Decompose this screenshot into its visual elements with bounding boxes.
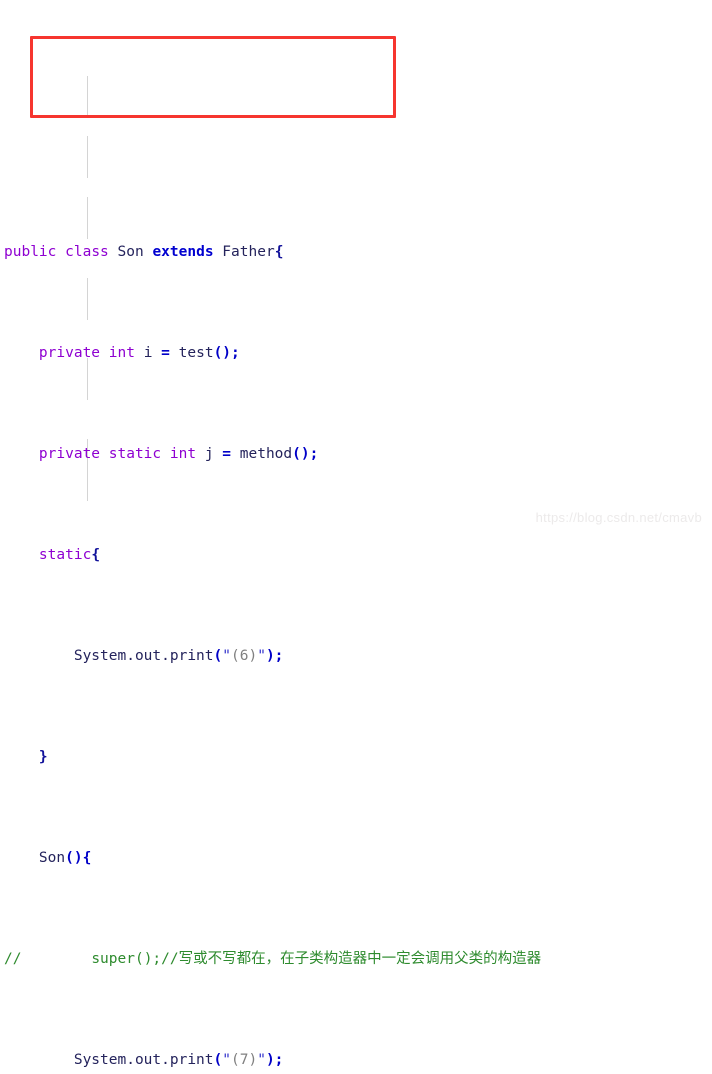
type-int: int (108, 345, 135, 362)
kw-class: class (65, 244, 109, 261)
call-parens: (); (292, 446, 319, 463)
indent-guide (87, 358, 88, 400)
var-j: j (204, 446, 214, 463)
kw-extends: extends (152, 244, 214, 261)
ctor-parens: (){ (65, 850, 92, 867)
code-line[interactable]: static{ (0, 545, 712, 565)
var-i: i (143, 345, 153, 362)
call-method: method (239, 446, 293, 463)
close-quote: " (257, 1052, 266, 1069)
close-quote: " (257, 648, 266, 665)
kw-static: static (108, 446, 162, 463)
watermark-text: https://blog.csdn.net/cmavb (535, 510, 702, 525)
kw-private: private (38, 345, 101, 362)
code-editor[interactable]: public class Son extends Father{ private… (0, 0, 712, 1068)
superclass-name: Father (222, 244, 275, 261)
kw-static: static (38, 547, 92, 564)
open-brace: { (91, 547, 101, 564)
ctor-name: Son (38, 850, 66, 867)
close-paren-semi: ); (265, 648, 284, 665)
type-int: int (169, 446, 197, 463)
open-brace: { (274, 244, 284, 261)
assign-op: = (222, 446, 232, 463)
chinese-comment: //写或不写都在，在子类构造器中一定会调用父类的构造器 (161, 951, 542, 968)
string-literal: (7) (231, 1052, 258, 1069)
code-line[interactable]: private int i = test(); (0, 343, 712, 363)
call-parens: (); (213, 345, 240, 362)
code-line[interactable]: Son(){ (0, 848, 712, 868)
open-quote: " (222, 648, 231, 665)
code-line[interactable]: // super();//写或不写都在，在子类构造器中一定会调用父类的构造器 (0, 949, 712, 969)
code-line[interactable]: System.out.print("(7)"); (0, 1050, 712, 1070)
indent-guide (87, 197, 88, 239)
open-paren: ( (213, 648, 223, 665)
close-paren-semi: ); (265, 1052, 284, 1069)
assign-op: = (161, 345, 170, 362)
print-call: System.out.print (73, 648, 214, 665)
close-brace: } (38, 749, 48, 766)
open-paren: ( (213, 1052, 223, 1069)
code-line[interactable]: public class Son extends Father{ (0, 242, 712, 262)
class-name: Son (117, 244, 144, 261)
string-literal: (6) (231, 648, 258, 665)
commented-super-call: super(); (91, 951, 162, 968)
code-line[interactable]: private static int j = method(); (0, 444, 712, 464)
indent-guide (87, 136, 88, 178)
kw-private: private (38, 446, 101, 463)
code-line[interactable]: } (0, 747, 712, 767)
code-line[interactable]: System.out.print("(6)"); (0, 646, 712, 666)
comment-slashes: // (4, 951, 22, 968)
open-quote: " (222, 1052, 231, 1069)
print-call: System.out.print (73, 1052, 214, 1069)
indent-guide (87, 278, 88, 320)
call-test: test (178, 345, 214, 362)
indent-guide (87, 76, 88, 118)
kw-public: public (4, 244, 57, 261)
